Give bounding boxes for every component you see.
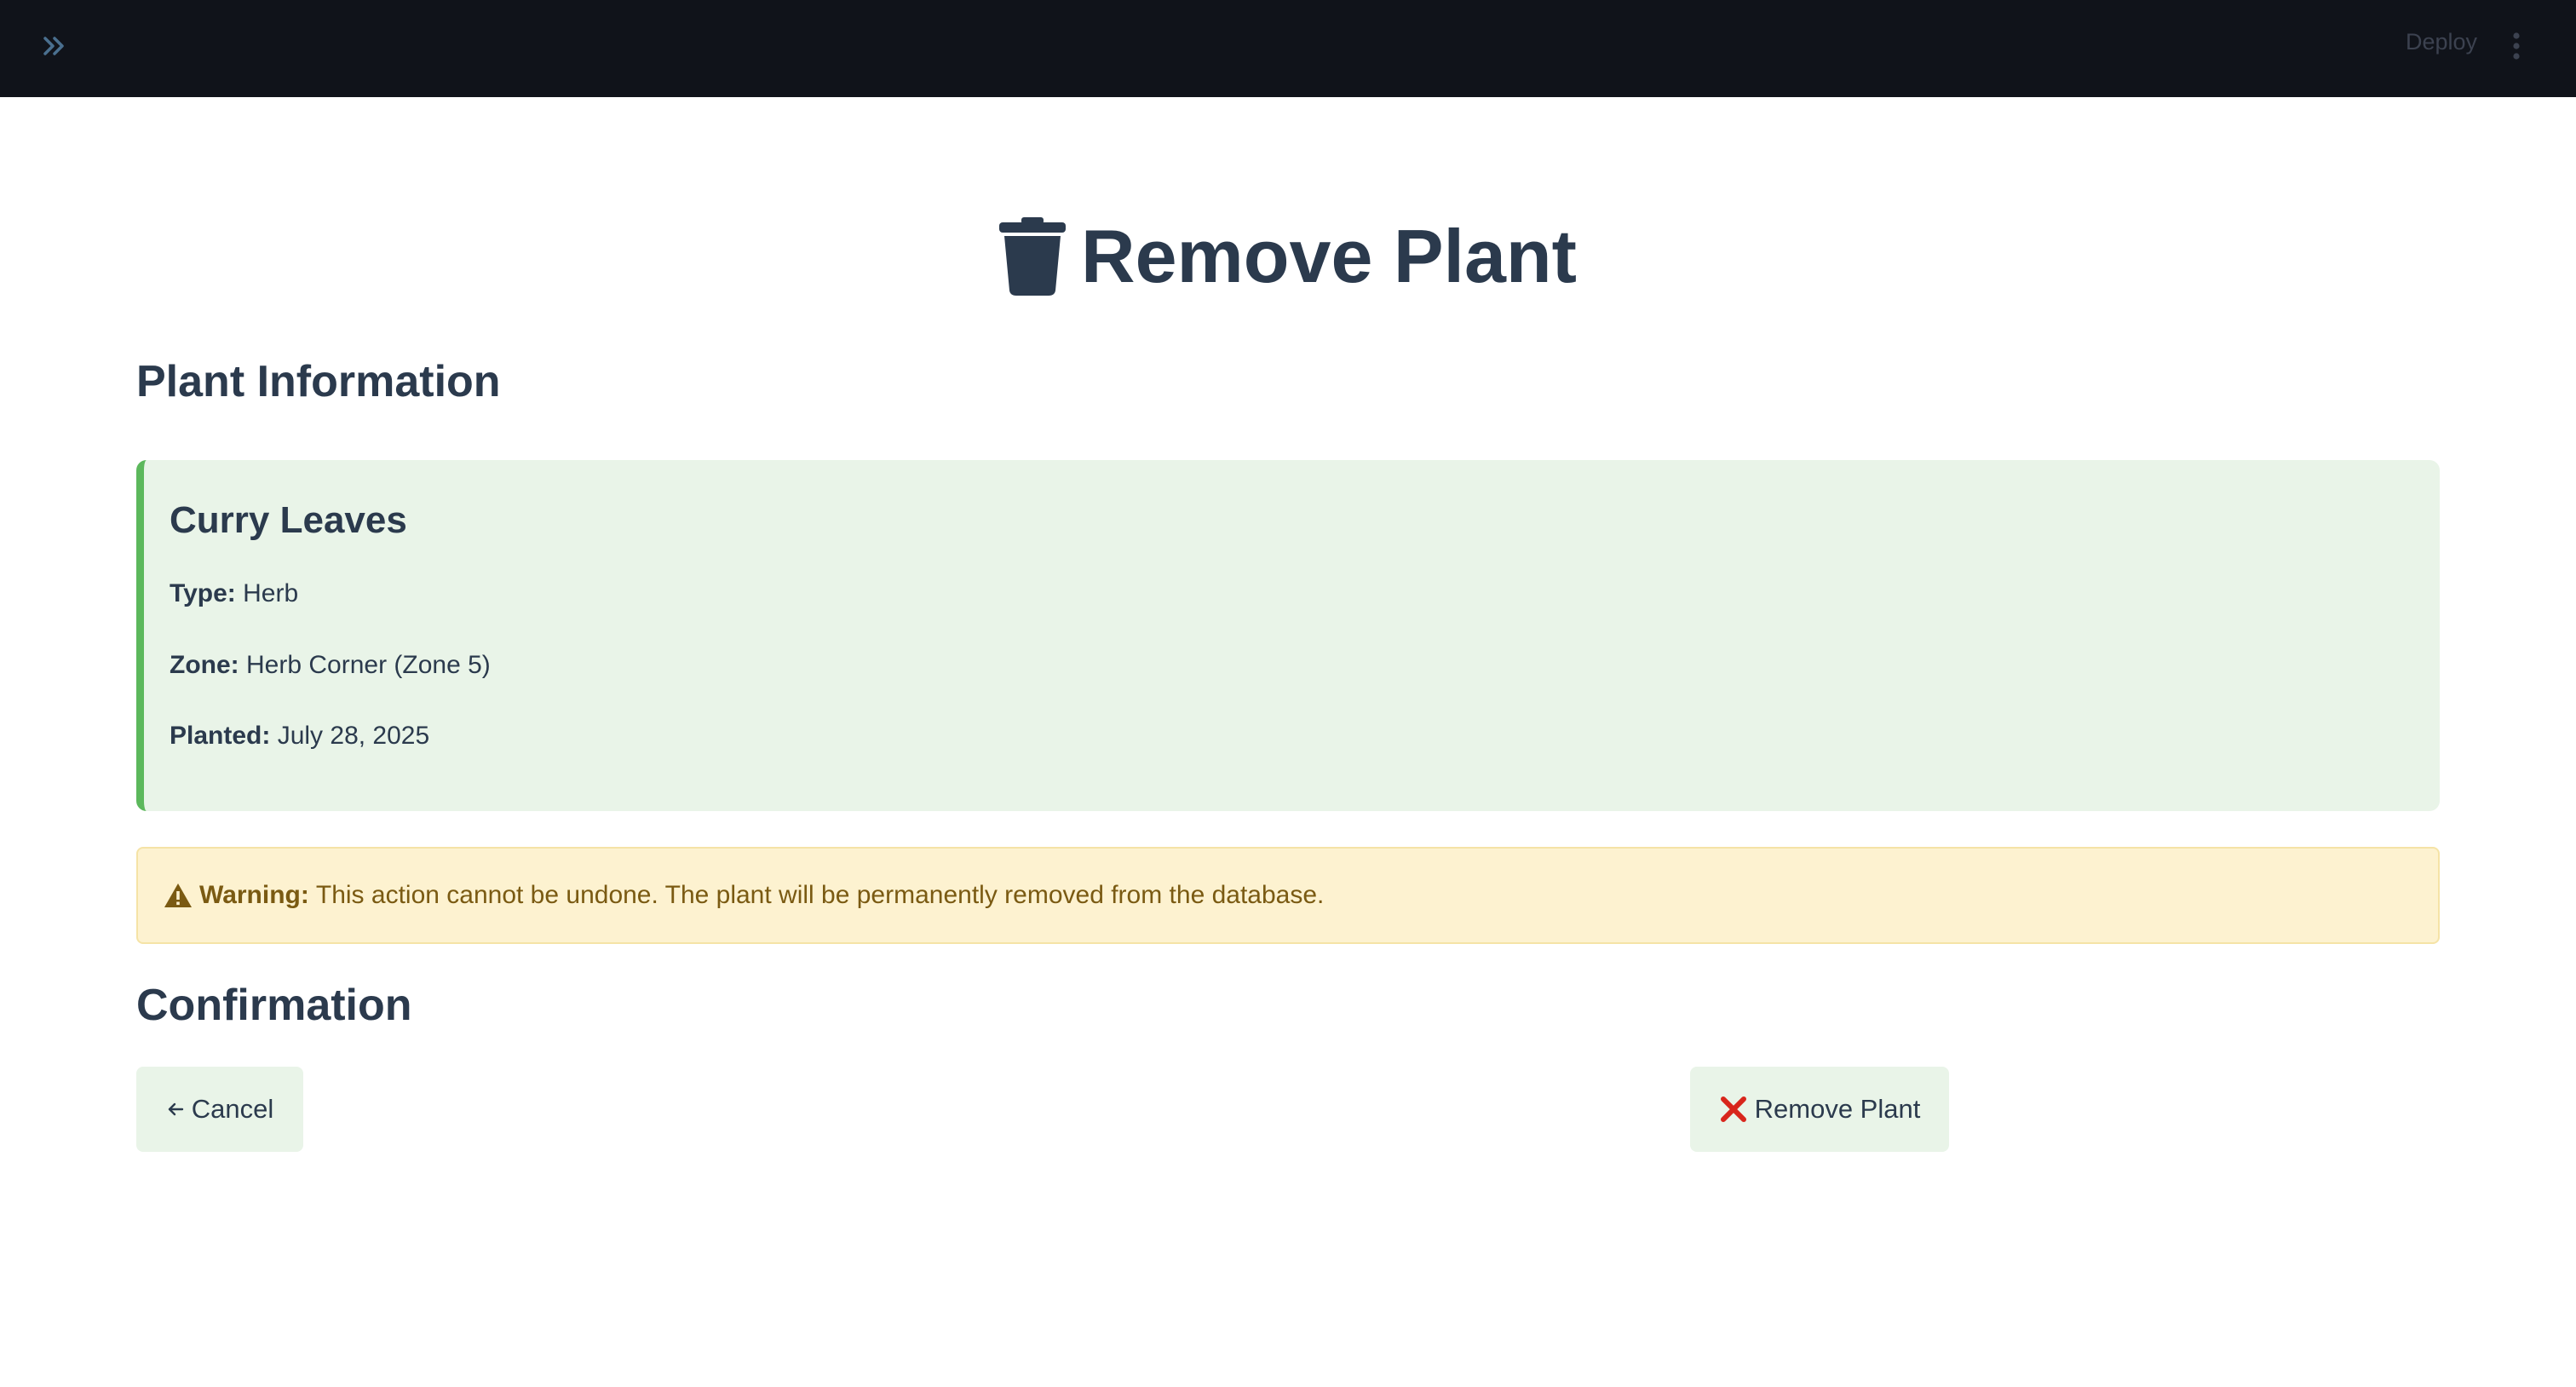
plant-type-row: Type: Herb <box>170 579 298 608</box>
warning-alert: Warning: This action cannot be undone. T… <box>136 847 2440 944</box>
trash-icon <box>999 217 1067 296</box>
confirmation-heading: Confirmation <box>136 981 412 1030</box>
expand-sidebar-button[interactable] <box>36 27 73 65</box>
plant-name: Curry Leaves <box>170 499 407 541</box>
plant-type-label: Type: <box>170 579 236 607</box>
page-title: Remove Plant <box>0 213 2576 300</box>
plant-planted-value: July 28, 2025 <box>277 722 430 750</box>
vertical-ellipsis-icon <box>2513 32 2520 60</box>
remove-plant-button[interactable]: Remove Plant <box>1690 1067 1949 1152</box>
cancel-button-label: Cancel <box>191 1094 274 1124</box>
warning-label: Warning: <box>199 881 309 909</box>
warning-text: This action cannot be undone. The plant … <box>315 881 1325 909</box>
plant-planted-row: Planted: July 28, 2025 <box>170 722 429 751</box>
warning-triangle-icon <box>164 883 192 907</box>
plant-zone-label: Zone: <box>170 651 239 679</box>
plant-type-value: Herb <box>243 579 299 607</box>
main-menu-button[interactable] <box>2499 26 2533 66</box>
double-chevron-right-icon <box>43 37 64 55</box>
top-toolbar: Deploy <box>0 0 2576 97</box>
plant-zone-row: Zone: Herb Corner (Zone 5) <box>170 651 491 680</box>
red-x-icon <box>1720 1096 1746 1122</box>
plant-information-heading: Plant Information <box>136 357 501 406</box>
cancel-button[interactable]: Cancel <box>136 1067 303 1152</box>
page-title-text: Remove Plant <box>1081 214 1577 298</box>
plant-zone-value: Herb Corner (Zone 5) <box>246 651 491 679</box>
remove-plant-button-label: Remove Plant <box>1754 1094 1921 1124</box>
deploy-button[interactable]: Deploy <box>2406 29 2477 55</box>
plant-planted-label: Planted: <box>170 722 271 750</box>
plant-info-card: Curry Leaves Type: Herb Zone: Herb Corne… <box>136 460 2440 811</box>
arrow-left-icon <box>168 1102 183 1116</box>
